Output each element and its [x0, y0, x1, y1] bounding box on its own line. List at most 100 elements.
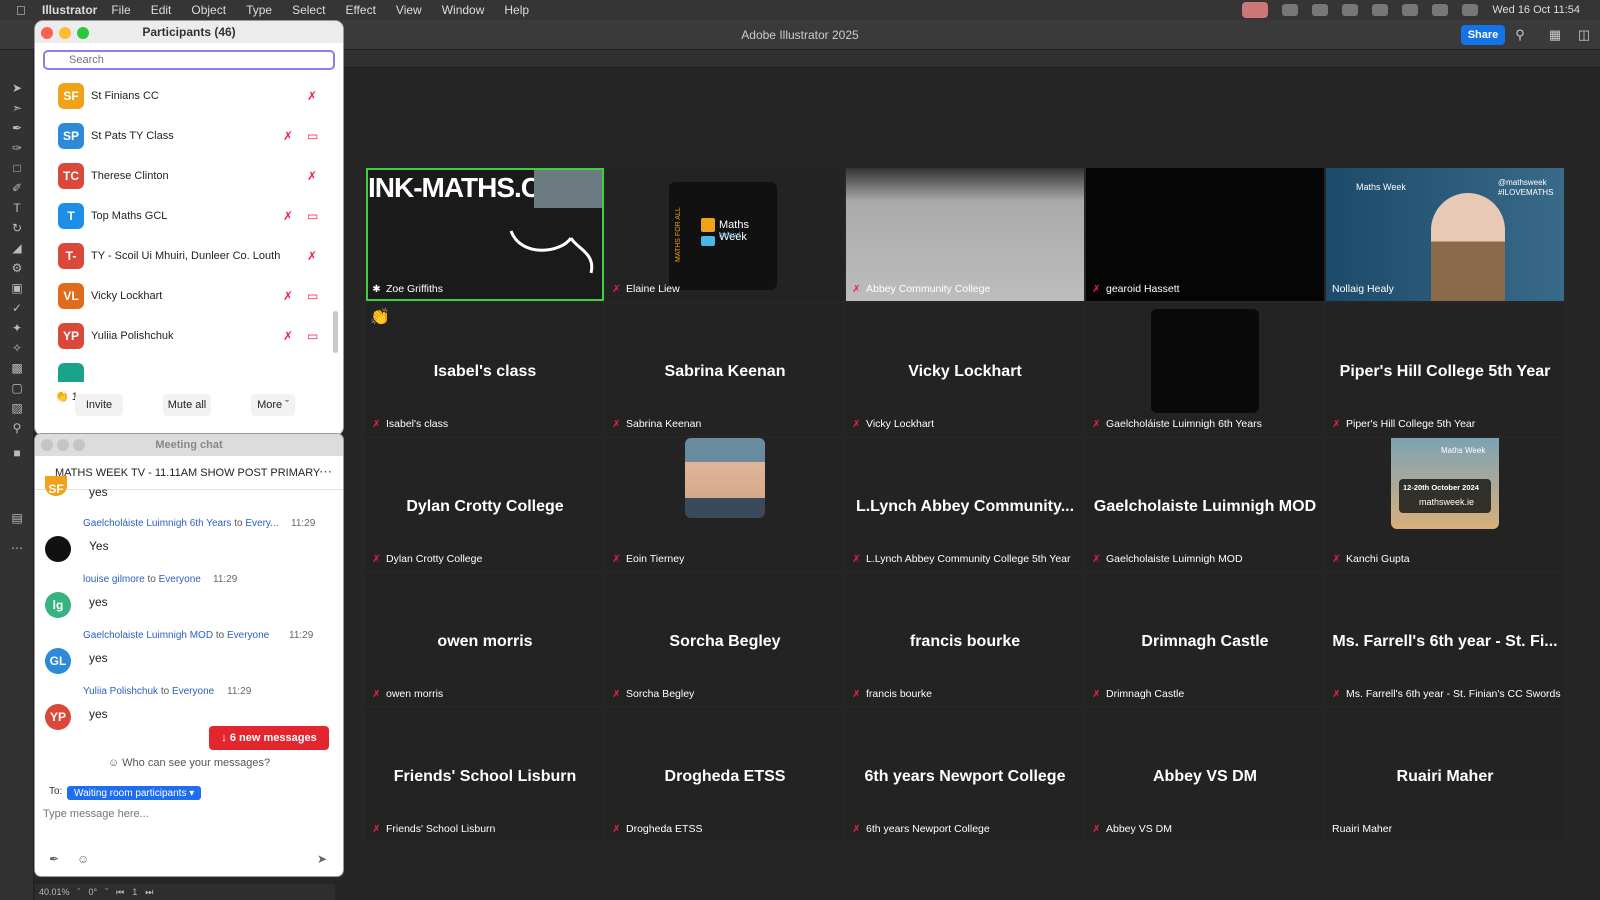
mic-muted-icon[interactable]: ✗: [283, 209, 293, 223]
menu-file[interactable]: File: [111, 3, 130, 17]
zoom-level[interactable]: 40.01%: [39, 887, 70, 897]
pen-tool-icon[interactable]: ✒: [9, 120, 25, 136]
format-text-icon[interactable]: ✒: [49, 852, 59, 866]
video-tile[interactable]: Dylan Crotty College ✗ Dylan Crotty Colle…: [366, 438, 604, 571]
participant-row[interactable]: VL Vicky Lockhart ✗ ▭: [35, 277, 335, 317]
chat-message-input[interactable]: [43, 804, 323, 824]
more-options-icon[interactable]: ⋯: [319, 464, 332, 480]
recipient[interactable]: Every...: [245, 518, 278, 529]
video-tile[interactable]: MATHS FOR ALL Maths Week Ireland ✗ Elaine…: [606, 168, 844, 301]
video-tile[interactable]: Piper's Hill College 5th Year ✗ Piper's H…: [1326, 303, 1564, 436]
video-tile[interactable]: 6th years Newport College ✗ 6th years New…: [846, 708, 1084, 841]
video-tile[interactable]: ✗ Abbey Community College: [846, 168, 1084, 301]
participant-row[interactable]: TC Therese Clinton ✗: [35, 157, 335, 197]
camera-off-icon[interactable]: ▭: [307, 289, 318, 303]
artboard-tool-icon[interactable]: ▢: [9, 380, 25, 396]
rotation-value[interactable]: 0°: [89, 887, 98, 897]
participant-search-input[interactable]: [43, 50, 335, 70]
clock[interactable]: Wed 16 Oct 11:54: [1492, 4, 1580, 16]
video-tile[interactable]: Maths Week @mathsweek #ILOVEMATHS Nollai…: [1326, 168, 1564, 301]
sender-name[interactable]: louise gilmore: [83, 574, 145, 585]
video-tile[interactable]: francis bourke ✗ francis bourke: [846, 573, 1084, 706]
paintbrush-tool-icon[interactable]: ✐: [9, 180, 25, 196]
mic-muted-icon[interactable]: ✗: [283, 289, 293, 303]
recipient[interactable]: Everyone: [227, 630, 269, 641]
draw-mode-icon[interactable]: ▤: [9, 510, 25, 526]
panel-toggle-icon[interactable]: ◫: [1576, 27, 1592, 43]
mic-muted-icon[interactable]: ✗: [307, 169, 317, 183]
video-tile[interactable]: Sabrina Keenan ✗ Sabrina Keenan: [606, 303, 844, 436]
share-button[interactable]: Share: [1461, 25, 1505, 45]
recipient[interactable]: Everyone: [159, 574, 201, 585]
warp-tool-icon[interactable]: ⚙: [9, 260, 25, 276]
eraser-tool-icon[interactable]: ◢: [9, 240, 25, 256]
menu-view[interactable]: View: [396, 3, 422, 17]
gradient-tool-icon[interactable]: ▣: [9, 280, 25, 296]
who-can-see-link[interactable]: ☺ Who can see your messages?: [35, 757, 343, 769]
menu-help[interactable]: Help: [504, 3, 529, 17]
video-tile[interactable]: Friends' School Lisburn ✗ Friends' School…: [366, 708, 604, 841]
sender-name[interactable]: Yuliia Polishchuk: [83, 686, 158, 697]
curvature-tool-icon[interactable]: ✑: [9, 140, 25, 156]
video-tile[interactable]: Gaelcholaiste Luimnigh MOD ✗ Gaelcholaist…: [1086, 438, 1324, 571]
participant-row[interactable]: SP St Pats TY Class ✗ ▭: [35, 117, 335, 157]
camera-off-icon[interactable]: ▭: [307, 329, 318, 343]
participant-row[interactable]: T- TY - Scoil Ui Mhuiri, Dunleer Co. Lou…: [35, 237, 335, 277]
wifi-icon[interactable]: [1402, 4, 1419, 16]
participant-row[interactable]: T Top Maths GCL ✗ ▭: [35, 197, 335, 237]
symbol-sprayer-tool-icon[interactable]: ✧: [9, 340, 25, 356]
spotlight-icon[interactable]: [1432, 4, 1449, 16]
mic-muted-icon[interactable]: ✗: [307, 89, 317, 103]
video-tile[interactable]: L.Lynch Abbey Community... ✗ L.Lynch Abbe…: [846, 438, 1084, 571]
first-artboard-icon[interactable]: ⏮: [116, 887, 124, 898]
emoji-icon[interactable]: ☺: [77, 852, 89, 866]
participant-row-partial[interactable]: [35, 357, 335, 382]
chevron-down-icon[interactable]: ˇ: [78, 887, 81, 897]
menu-object[interactable]: Object: [191, 3, 226, 17]
fill-stroke-icon[interactable]: ■: [9, 445, 25, 461]
blend-tool-icon[interactable]: ✦: [9, 320, 25, 336]
rectangle-tool-icon[interactable]: □: [9, 160, 25, 176]
recipient-dropdown[interactable]: Waiting room participants ▾: [67, 786, 202, 800]
camera-off-icon[interactable]: ▭: [307, 129, 318, 143]
menu-window[interactable]: Window: [442, 3, 485, 17]
sender-name[interactable]: Gaelcholáiste Luimnigh 6th Years: [83, 518, 231, 529]
video-tile[interactable]: owen morris ✗ owen morris: [366, 573, 604, 706]
video-tile[interactable]: ✗ Gaelcholáiste Luimnigh 6th Years: [1086, 303, 1324, 436]
video-tile[interactable]: 👏 Isabel's class ✗ Isabel's class: [366, 303, 604, 436]
zoom-status-icon[interactable]: [1282, 4, 1299, 16]
recipient[interactable]: Everyone: [172, 686, 214, 697]
screen-share-icon[interactable]: [1342, 4, 1359, 16]
direct-selection-tool-icon[interactable]: ➣: [9, 100, 25, 116]
participant-list-scrollbar[interactable]: [333, 311, 338, 353]
control-center-icon[interactable]: [1462, 4, 1479, 16]
selection-tool-icon[interactable]: ➤: [9, 80, 25, 96]
menu-select[interactable]: Select: [292, 3, 325, 17]
video-tile[interactable]: Drogheda ETSS ✗ Drogheda ETSS: [606, 708, 844, 841]
menu-edit[interactable]: Edit: [151, 3, 172, 17]
video-tile[interactable]: Vicky Lockhart ✗ Vicky Lockhart: [846, 303, 1084, 436]
minimize-window-icon[interactable]: [57, 439, 69, 451]
menu-type[interactable]: Type: [246, 3, 272, 17]
battery-icon[interactable]: [1372, 4, 1389, 16]
minimize-window-icon[interactable]: [59, 27, 71, 39]
graph-tool-icon[interactable]: ▩: [9, 360, 25, 376]
more-tools-icon[interactable]: ⋯: [9, 540, 25, 556]
zoom-window-icon[interactable]: [73, 439, 85, 451]
slice-tool-icon[interactable]: ▨: [9, 400, 25, 416]
invite-button[interactable]: Invite: [75, 394, 123, 416]
close-window-icon[interactable]: [41, 439, 53, 451]
zoom-tool-icon[interactable]: ⚲: [9, 420, 25, 436]
participant-row[interactable]: SF St Finians CC ✗: [35, 77, 335, 117]
creative-cloud-icon[interactable]: [1312, 4, 1329, 16]
eyedropper-tool-icon[interactable]: ✓: [9, 300, 25, 316]
sender-name[interactable]: Gaelcholaiste Luimnigh MOD: [83, 630, 213, 641]
workspace-icon[interactable]: ▦: [1547, 27, 1563, 43]
video-tile[interactable]: Ms. Farrell's 6th year - St. Fi... ✗ Ms. …: [1326, 573, 1564, 706]
new-messages-button[interactable]: ↓ 6 new messages: [209, 726, 329, 750]
more-button[interactable]: More ˇ: [251, 394, 295, 416]
video-tile[interactable]: ✗ gearoid Hassett: [1086, 168, 1324, 301]
video-tile[interactable]: ✗ Eoin Tierney: [606, 438, 844, 571]
send-icon[interactable]: ➤: [317, 852, 327, 866]
close-window-icon[interactable]: [41, 27, 53, 39]
